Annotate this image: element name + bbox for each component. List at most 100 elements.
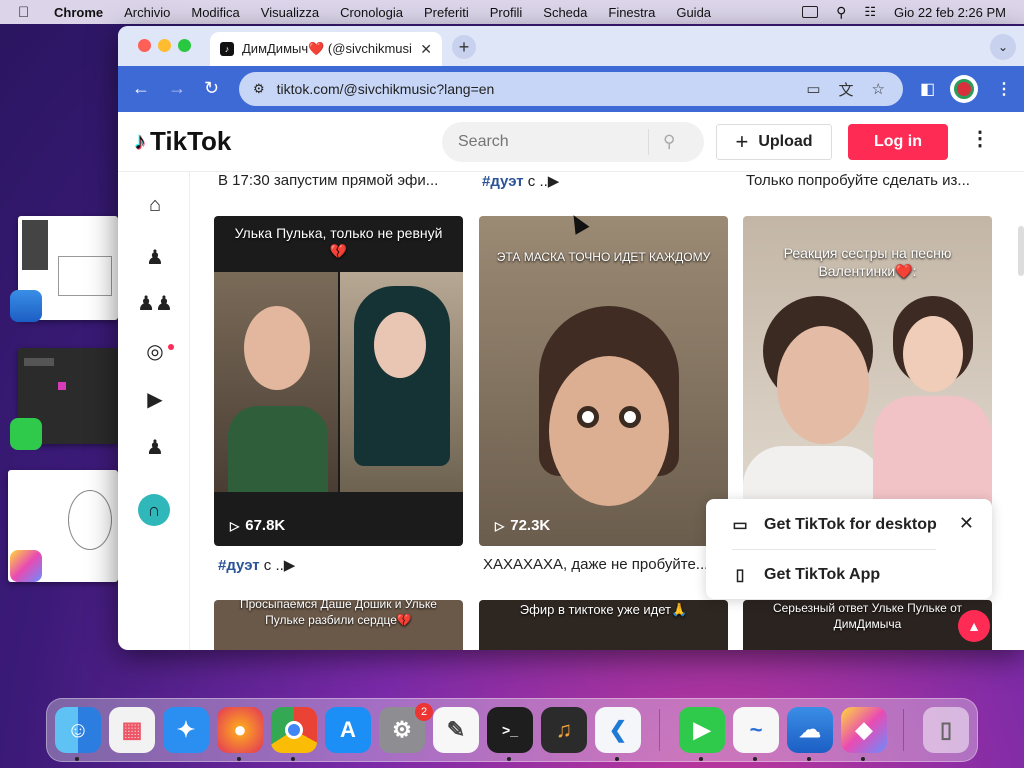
minimize-window-button[interactable] (158, 39, 171, 52)
tiktok-logo[interactable]: ♪ TikTok (134, 126, 231, 157)
video-card[interactable]: Реакция сестры на песню Валентинки❤️: (743, 216, 992, 546)
browser-tab[interactable]: ♪ ДимДимыч❤️ (@sivchikmusi ✕ (210, 32, 442, 66)
control-center-icon[interactable]: ☷ (864, 4, 876, 20)
view-count: ▷ 67.8K (230, 517, 286, 534)
following-icon[interactable]: ♟ (142, 244, 168, 270)
creative-app-icon[interactable]: ◆ (841, 707, 887, 753)
weather-icon[interactable]: ☁ (787, 707, 833, 753)
apple-icon[interactable]:  (18, 4, 38, 21)
menu-app-name[interactable]: Chrome (54, 5, 103, 20)
firefox-icon[interactable]: ● (217, 707, 263, 753)
menu-profili[interactable]: Profili (490, 5, 523, 20)
side-panel-icon[interactable]: ◧ (920, 79, 935, 99)
screen-mirroring-icon[interactable] (802, 6, 819, 18)
close-tab-icon[interactable]: ✕ (420, 41, 432, 58)
live-icon[interactable]: ▶ (142, 386, 168, 412)
video-card[interactable]: ЭТА МАСКА ТОЧНО ИДЕТ КАЖДОМУ ▷ 72.3K (479, 216, 728, 546)
play-icon: ▷ (230, 518, 240, 533)
chrome-menu-icon[interactable]: ⋮ (996, 79, 1012, 99)
tab-title: ДимДимыч❤️ (@sivchikmusi (242, 41, 412, 56)
friends-icon[interactable]: ♟♟ (137, 290, 173, 316)
profile-avatar[interactable] (950, 75, 978, 103)
caption-top-1[interactable]: В 17:30 запустим прямой эфи... (218, 172, 438, 189)
maximize-window-button[interactable] (178, 39, 191, 52)
video-caption[interactable]: #дуэт с ..▶ (218, 556, 295, 574)
menu-modifica[interactable]: Modifica (191, 5, 239, 20)
phone-icon: ▯ (735, 567, 745, 584)
back-icon[interactable]: ← (132, 78, 150, 99)
back-to-top-button[interactable]: ▲ (958, 610, 990, 642)
search-input[interactable] (458, 133, 648, 151)
reload-icon[interactable]: ↻ (204, 78, 219, 99)
site-info-icon[interactable]: ⚙ (253, 81, 265, 97)
search-divider (648, 129, 649, 155)
menu-preferiti[interactable]: Preferiti (424, 5, 469, 20)
upload-button[interactable]: + Upload (716, 124, 832, 160)
video-caption[interactable]: ХАХАХАХА, даже не пробуйте... (483, 556, 708, 573)
video-card[interactable]: Серьезный ответ Ульке Пульке от ДимДимыч… (743, 600, 992, 650)
vscode-icon[interactable]: ❮ (595, 707, 641, 753)
creative-app-icon[interactable] (10, 550, 42, 582)
video-overlay-text: Эфир в тиктоке уже идет🙏 (519, 602, 688, 617)
facetime-icon[interactable]: ▶ (679, 707, 725, 753)
install-app-icon[interactable]: ▭ (806, 80, 820, 98)
menu-bar:  Chrome Archivio Modifica Visualizza Cr… (0, 0, 1024, 24)
settings-badge: 2 (415, 703, 433, 721)
menu-guida[interactable]: Guida (676, 5, 711, 20)
caption-top-2[interactable]: #дуэт с ..▶ (482, 172, 559, 190)
textedit-icon[interactable]: ✎ (433, 707, 479, 753)
menu-scheda[interactable]: Scheda (543, 5, 587, 20)
tab-search-button[interactable]: ⌄ (990, 34, 1016, 60)
menu-cronologia[interactable]: Cronologia (340, 5, 403, 20)
view-count: ▷ 72.3K (495, 517, 551, 534)
explore-icon[interactable]: ◎ (142, 338, 168, 364)
search-icon[interactable]: ⚲ (663, 132, 675, 152)
spotlight-icon[interactable]: ⚲ (836, 4, 846, 21)
video-overlay-text: Серьезный ответ Ульке Пульке от ДимДимыч… (772, 601, 963, 631)
terminal-icon[interactable]: >_ (487, 707, 533, 753)
garageband-icon[interactable]: ♫ (541, 707, 587, 753)
translate-icon[interactable]: 文 (839, 79, 854, 100)
scrollbar[interactable] (1018, 226, 1024, 276)
login-button[interactable]: Log in (848, 124, 948, 160)
menu-archivio[interactable]: Archivio (124, 5, 170, 20)
video-card[interactable]: Улька Пулька, только не ревнуй💔 ▷ 67.8K (214, 216, 463, 546)
menu-visualizza[interactable]: Visualizza (261, 5, 319, 20)
search-box[interactable]: ⚲ (442, 122, 704, 162)
video-card[interactable]: Эфир в тиктоке уже идет🙏 (479, 600, 728, 650)
close-popup-icon[interactable]: ✕ (959, 513, 974, 534)
user-avatar-icon[interactable]: ∩ (138, 494, 170, 526)
popup-divider (732, 549, 936, 550)
app-store-icon[interactable]: A (325, 707, 371, 753)
close-window-button[interactable] (138, 39, 151, 52)
hashtag-duet-top[interactable]: #дуэт (482, 173, 524, 190)
desktop-monitor-icon: ▭ (732, 517, 748, 534)
profile-icon[interactable]: ♟ (142, 434, 168, 460)
video-card[interactable]: Просыпаемся Даше Дошик и Ульке Пульке ра… (214, 600, 463, 650)
get-desktop-link[interactable]: ▭ Get TikTok for desktop (730, 515, 936, 535)
more-options-icon[interactable]: ⋮ (970, 126, 990, 151)
caption-top-3[interactable]: Только попробуйте сделать из... (746, 172, 970, 189)
safari-icon[interactable]: ✦ (163, 707, 209, 753)
hashtag-duet[interactable]: #дуэт (218, 557, 260, 574)
bookmark-star-icon[interactable]: ☆ (872, 80, 885, 98)
freeform-icon[interactable]: ~ (733, 707, 779, 753)
launchpad-icon[interactable]: ▦ (109, 707, 155, 753)
chrome-icon[interactable] (271, 707, 317, 753)
weather-app-icon[interactable] (10, 290, 42, 322)
menu-clock[interactable]: Gio 22 feb 2:26 PM (894, 5, 1006, 20)
get-app-link[interactable]: ▯ Get TikTok App (730, 565, 881, 585)
address-bar[interactable]: ⚙ tiktok.com/@sivchikmusic?lang=en ▭ 文 ☆ (239, 72, 903, 106)
tiktok-header: ♪ TikTok ⚲ + Upload Log in ⋮ (118, 112, 1024, 172)
forward-icon[interactable]: → (168, 78, 186, 99)
facetime-app-icon[interactable] (10, 418, 42, 450)
menu-finestra[interactable]: Finestra (608, 5, 655, 20)
finder-icon[interactable]: ☺ (55, 707, 101, 753)
video-overlay-text: Реакция сестры на песню Валентинки❤️: (783, 245, 952, 279)
new-tab-button[interactable]: + (452, 35, 476, 59)
home-icon[interactable]: ⌂ (142, 192, 168, 218)
trash-icon[interactable]: ▯ (923, 707, 969, 753)
video-overlay-text: Улька Пулька, только не ревнуй💔 (234, 225, 443, 259)
url-text[interactable]: tiktok.com/@sivchikmusic?lang=en (277, 81, 807, 97)
tiktok-note-icon: ♪ (134, 127, 146, 155)
